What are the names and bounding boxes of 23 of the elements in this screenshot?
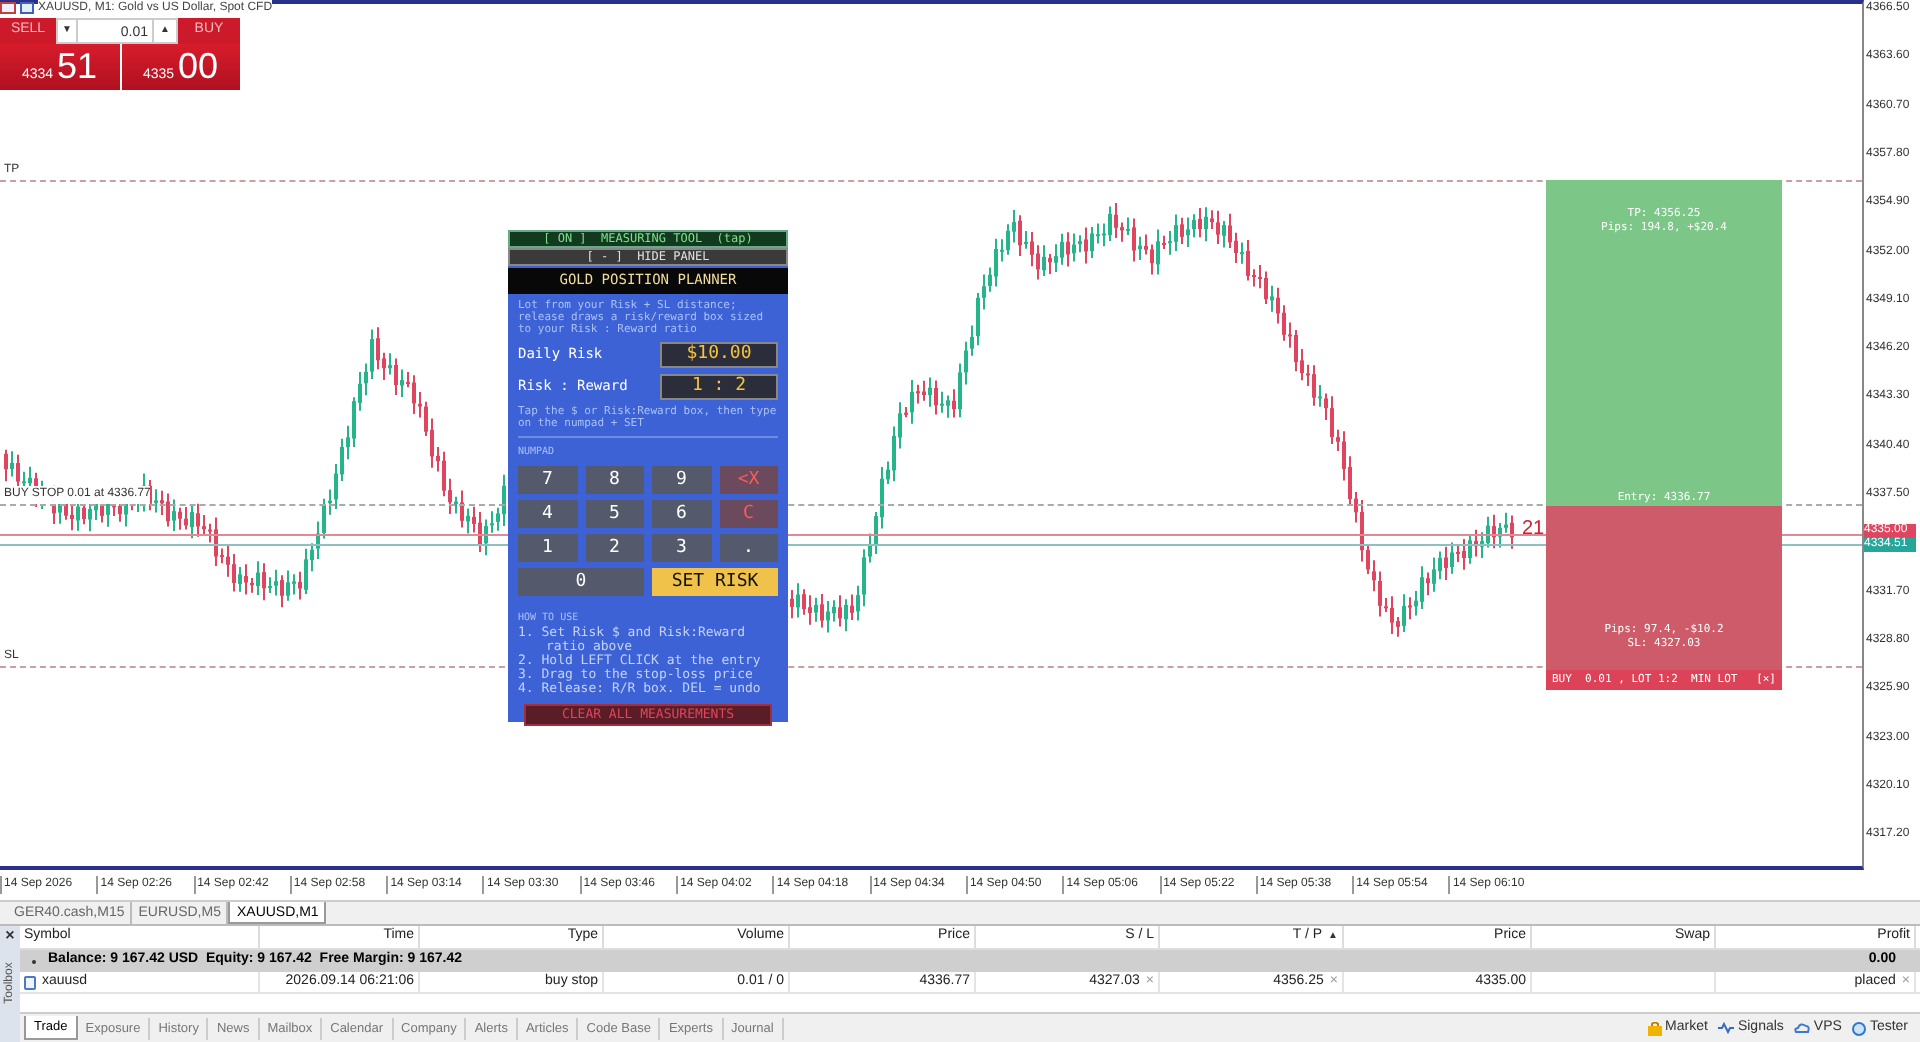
keypad-key[interactable]: 8 [585,465,644,493]
value-field[interactable]: $10.00 [660,342,778,368]
keypad-key[interactable]: 4 [518,499,577,527]
keypad-key[interactable]: 6 [652,499,711,527]
keypad-key[interactable]: 7 [518,465,577,493]
document-icon [24,975,36,989]
price-pips: 00 [178,48,219,86]
keypad-key[interactable]: 9 [652,465,711,493]
keypad-key[interactable]: . [719,533,778,561]
price-pips: 51 [57,48,98,86]
keypad-key[interactable]: SET RISK [652,567,778,595]
bag-icon [1647,1021,1662,1035]
countdown-text: 21 [1522,516,1545,544]
keypad-key[interactable]: 1 [518,533,577,561]
keypad-key[interactable]: 2 [585,533,644,561]
cloud-icon [1793,1021,1810,1035]
keypad-key[interactable]: 3 [652,533,711,561]
keypad-key[interactable]: 0 [518,567,644,595]
circle-icon [1851,1021,1866,1035]
keypad-key[interactable]: 5 [585,499,644,527]
signal-icon [1717,1022,1734,1034]
value-field[interactable]: 1 : 2 [660,374,778,400]
close-button[interactable]: × [5,926,15,946]
